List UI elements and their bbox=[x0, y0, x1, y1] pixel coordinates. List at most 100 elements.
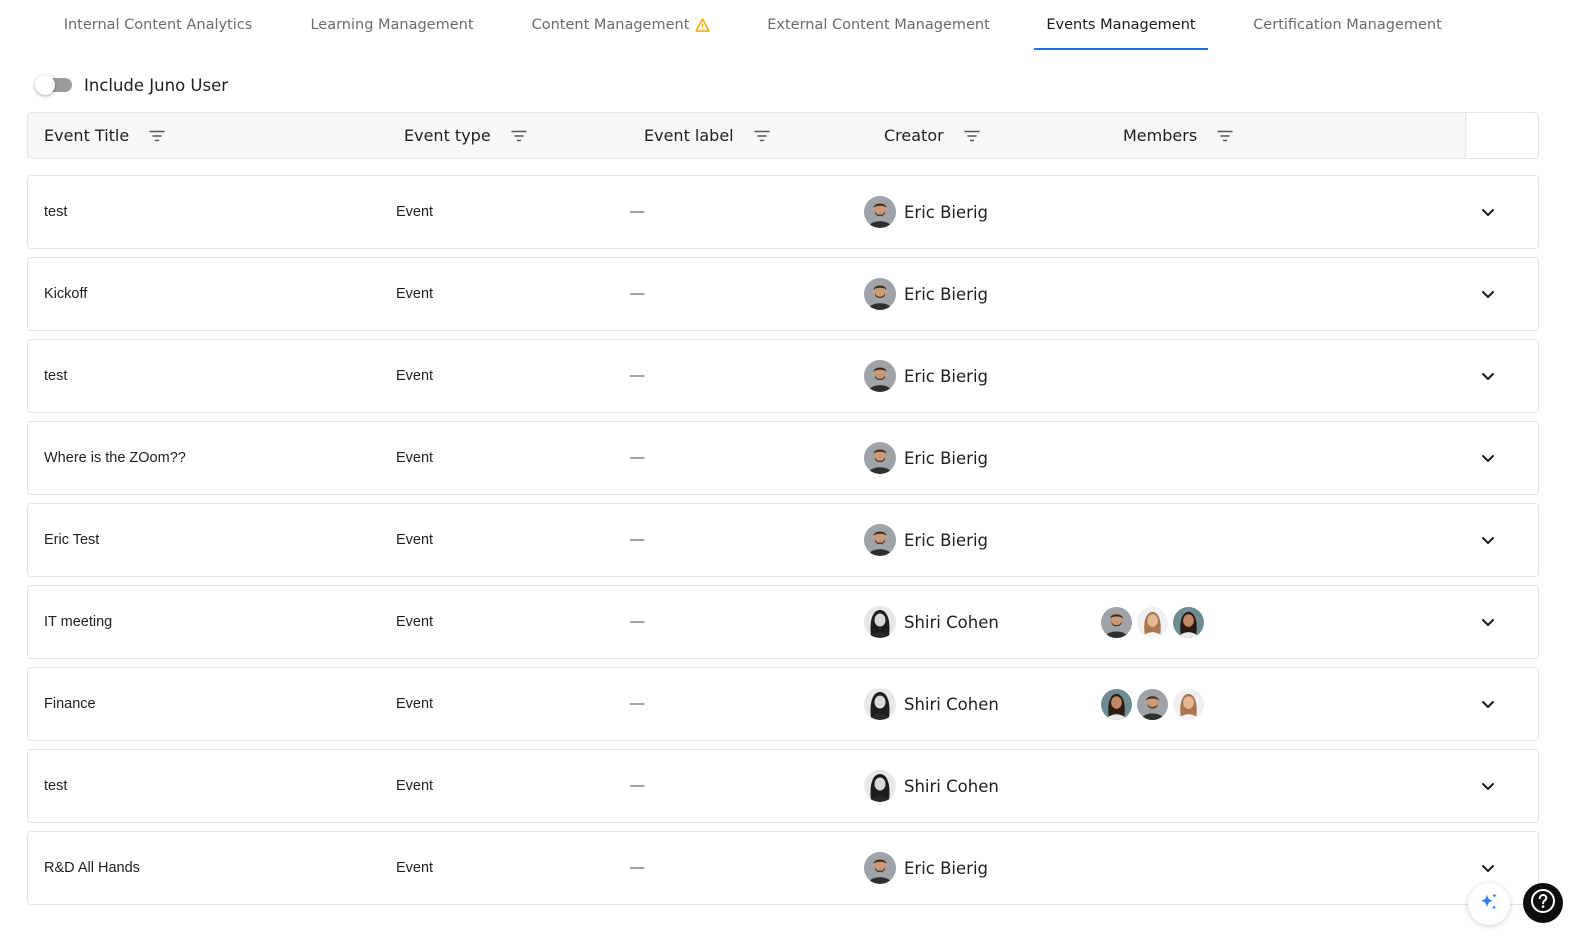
event-type: Event bbox=[396, 368, 434, 384]
expand-row-button[interactable] bbox=[1476, 422, 1500, 494]
creator-name: Shiri Cohen bbox=[904, 612, 999, 632]
event-type: Event bbox=[396, 614, 434, 630]
tab-learning-management[interactable]: Learning Management bbox=[298, 0, 486, 50]
column-header-label: Event label bbox=[644, 126, 734, 145]
creator: Eric Bierig bbox=[864, 340, 988, 412]
member-avatar[interactable] bbox=[1136, 687, 1169, 721]
creator: Eric Bierig bbox=[864, 422, 988, 494]
event-type: Event bbox=[396, 286, 434, 302]
event-title: Finance bbox=[44, 696, 96, 712]
chevron-down-icon bbox=[1481, 700, 1495, 709]
filter-icon[interactable] bbox=[963, 130, 980, 142]
expand-row-button[interactable] bbox=[1476, 258, 1500, 330]
member-avatar[interactable] bbox=[1172, 605, 1205, 639]
filter-icon[interactable] bbox=[753, 130, 770, 142]
event-title: Eric Test bbox=[44, 532, 100, 548]
table-row[interactable]: Finance Event — Shiri Cohen bbox=[27, 667, 1539, 741]
help-button[interactable] bbox=[1523, 883, 1563, 923]
expand-row-button[interactable] bbox=[1476, 176, 1500, 248]
tab-external-content-management[interactable]: External Content Management bbox=[756, 0, 1001, 50]
warning-triangle-icon bbox=[695, 18, 711, 32]
event-title: IT meeting bbox=[44, 614, 113, 630]
expand-row-button[interactable] bbox=[1476, 504, 1500, 576]
table-row[interactable]: IT meeting Event — Shiri Cohen bbox=[27, 585, 1539, 659]
column-header-label: Event type bbox=[404, 126, 491, 145]
ai-assistant-button[interactable] bbox=[1468, 883, 1510, 925]
include-juno-user-toggle[interactable] bbox=[34, 70, 74, 100]
chevron-down-icon bbox=[1481, 290, 1495, 299]
avatar bbox=[864, 852, 896, 884]
tab-events-management[interactable]: Events Management bbox=[1034, 0, 1208, 50]
avatar bbox=[864, 442, 896, 474]
column-header-creator: Creator bbox=[884, 113, 980, 158]
tab-content-management[interactable]: Content Management bbox=[522, 0, 720, 50]
event-type: Event bbox=[396, 204, 434, 220]
member-avatar[interactable] bbox=[1100, 605, 1133, 639]
filter-icon[interactable] bbox=[149, 130, 165, 142]
tab-certification-management[interactable]: Certification Management bbox=[1242, 0, 1453, 50]
member-avatar[interactable] bbox=[1100, 687, 1133, 721]
chevron-down-icon bbox=[1481, 536, 1495, 545]
members bbox=[1100, 668, 1208, 740]
tab-internal-content-analytics[interactable]: Internal Content Analytics bbox=[52, 0, 264, 50]
table-row[interactable]: Eric Test Event — Eric Bierig bbox=[27, 503, 1539, 577]
tab-label: Content Management bbox=[531, 17, 690, 33]
event-label: — bbox=[630, 778, 645, 794]
event-title: Kickoff bbox=[44, 286, 88, 302]
creator-name: Eric Bierig bbox=[904, 284, 989, 304]
avatar bbox=[864, 770, 896, 802]
event-label: — bbox=[630, 860, 645, 876]
creator-name: Eric Bierig bbox=[904, 448, 989, 468]
avatar bbox=[864, 278, 896, 310]
column-header-members: Members bbox=[1123, 113, 1233, 158]
table-row[interactable]: test Event — Eric Bierig bbox=[27, 339, 1539, 413]
event-type: Event bbox=[396, 450, 434, 466]
table-row[interactable]: Where is the ZOom?? Event — Eric Bierig bbox=[27, 421, 1539, 495]
table-header: Event Title Event type Event label Creat… bbox=[27, 112, 1539, 159]
tab-bar: Internal Content Analytics Learning Mana… bbox=[0, 0, 1576, 50]
table-row[interactable]: Kickoff Event — Eric Bierig bbox=[27, 257, 1539, 331]
column-header-event-type: Event type bbox=[404, 113, 527, 158]
event-type: Event bbox=[396, 860, 434, 876]
expand-row-button[interactable] bbox=[1476, 340, 1500, 412]
chevron-down-icon bbox=[1481, 208, 1495, 217]
filter-icon[interactable] bbox=[1217, 130, 1233, 142]
tab-label: Internal Content Analytics bbox=[63, 17, 253, 33]
creator-name: Shiri Cohen bbox=[904, 776, 999, 796]
creator-name: Eric Bierig bbox=[904, 530, 989, 550]
event-title: test bbox=[44, 778, 68, 794]
filter-icon[interactable] bbox=[510, 130, 527, 142]
event-label: — bbox=[630, 532, 645, 548]
event-label: — bbox=[630, 368, 645, 384]
column-header-label: Members bbox=[1123, 126, 1198, 145]
chevron-down-icon bbox=[1481, 618, 1495, 627]
event-type: Event bbox=[396, 532, 434, 548]
expand-row-button[interactable] bbox=[1476, 586, 1500, 658]
table-row[interactable]: R&D All Hands Event — Eric Bierig bbox=[27, 831, 1539, 905]
event-label: — bbox=[630, 614, 645, 630]
chevron-down-icon bbox=[1481, 454, 1495, 463]
creator-name: Eric Bierig bbox=[904, 366, 989, 386]
tab-label: Events Management bbox=[1046, 17, 1196, 33]
column-header-label: Event Title bbox=[44, 126, 130, 145]
member-avatar[interactable] bbox=[1136, 605, 1169, 639]
creator-name: Shiri Cohen bbox=[904, 694, 999, 714]
event-label: — bbox=[630, 286, 645, 302]
creator: Eric Bierig bbox=[864, 258, 988, 330]
event-title: test bbox=[44, 368, 68, 384]
help-circle-icon bbox=[1530, 888, 1556, 919]
event-title: Where is the ZOom?? bbox=[44, 450, 186, 466]
table-row[interactable]: test Event — Eric Bierig bbox=[27, 175, 1539, 249]
sparkle-icon bbox=[1478, 891, 1500, 918]
tab-label: Learning Management bbox=[310, 17, 474, 33]
tab-label: External Content Management bbox=[767, 17, 990, 33]
member-avatar[interactable] bbox=[1172, 687, 1205, 721]
creator: Eric Bierig bbox=[864, 832, 988, 904]
tab-label: Certification Management bbox=[1253, 17, 1442, 33]
expand-row-button[interactable] bbox=[1476, 750, 1500, 822]
table-row[interactable]: test Event — Shiri Cohen bbox=[27, 749, 1539, 823]
expand-row-button[interactable] bbox=[1476, 668, 1500, 740]
event-title: R&D All Hands bbox=[44, 860, 140, 876]
toggle-thumb bbox=[35, 75, 55, 95]
members bbox=[1100, 586, 1208, 658]
